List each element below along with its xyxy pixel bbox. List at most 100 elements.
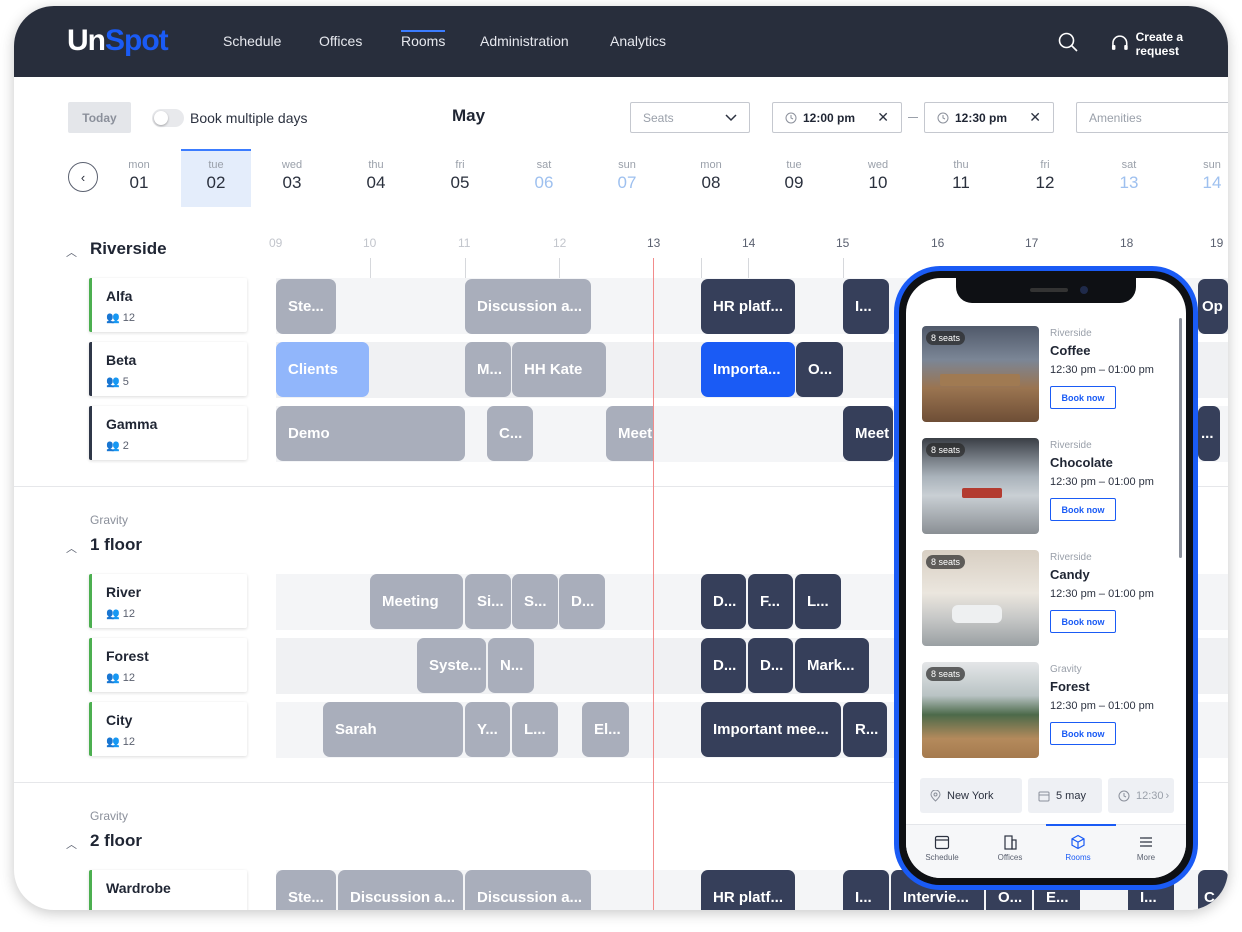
booking-event[interactable]: D... [701,574,746,629]
hour-label: 09 [269,236,283,250]
book-now-button[interactable]: Book now [1050,498,1116,521]
day-cell-weekend[interactable]: sat 13 [1094,149,1164,207]
booking-event[interactable]: Meet [606,406,653,461]
booking-event[interactable]: S... [512,574,558,629]
tab-more[interactable]: More [1114,831,1178,862]
booking-event[interactable]: Ste... [276,279,336,334]
booking-event[interactable]: I... [843,870,889,910]
nav-rooms[interactable]: Rooms [401,30,446,49]
booking-event[interactable]: O... [796,342,843,397]
day-cell[interactable]: tue 09 [759,149,829,207]
room-card[interactable]: River 👥 12 [89,574,247,628]
book-now-button[interactable]: Book now [1050,722,1116,745]
booking-event[interactable]: HH Kate [512,342,606,397]
month-label: May [452,106,486,125]
day-cell[interactable]: mon 01 [104,149,174,207]
multiple-days-toggle[interactable] [152,109,184,127]
collapse-group-icon[interactable]: ︿ [66,836,77,852]
booking-event[interactable]: Importa... [701,342,795,397]
booking-event[interactable]: M... [465,342,511,397]
booking-event[interactable]: Meet [843,406,893,461]
booking-event[interactable]: El... [582,702,629,757]
booking-event[interactable]: C [1198,870,1228,910]
booking-event[interactable]: HR platf... [701,870,795,910]
room-card[interactable]: City 👥 12 [89,702,247,756]
book-now-button[interactable]: Book now [1050,386,1116,409]
chevron-right-icon[interactable]: › [1166,790,1170,802]
booking-event[interactable]: Mark... [795,638,869,693]
nav-schedule[interactable]: Schedule [223,33,281,49]
booking-event[interactable]: Discussion a... [465,870,591,910]
booking-event[interactable]: L... [795,574,841,629]
clear-icon[interactable]: ✕ [1029,109,1041,126]
booking-event[interactable]: F... [748,574,793,629]
day-cell[interactable]: thu 04 [341,149,411,207]
booking-event[interactable]: Syste... [417,638,486,693]
day-cell[interactable]: thu 11 [926,149,996,207]
day-cell[interactable]: mon 08 [676,149,746,207]
booking-event[interactable]: ... [1198,406,1220,461]
amenities-select[interactable]: Amenities [1076,102,1228,133]
booking-event[interactable]: Important mee... [701,702,841,757]
booking-event[interactable]: L... [512,702,558,757]
collapse-group-icon[interactable]: ︿ [66,244,77,260]
day-cell-weekend[interactable]: sun 07 [592,149,662,207]
room-result-card[interactable]: 8 seats Riverside Candy 12:30 pm – 01:00… [922,550,1182,648]
room-card[interactable]: Forest 👥 12 [89,638,247,692]
room-card[interactable]: Beta 👥 5 [89,342,247,396]
collapse-group-icon[interactable]: ︿ [66,540,77,556]
booking-event[interactable]: D... [701,638,746,693]
tab-offices[interactable]: Offices [978,831,1042,862]
prev-week-button[interactable]: ‹ [68,162,98,192]
scrollbar[interactable] [1179,318,1182,558]
booking-event[interactable]: Si... [465,574,511,629]
tab-rooms[interactable]: Rooms [1046,831,1110,862]
day-cell[interactable]: fri 05 [425,149,495,207]
search-icon[interactable] [1058,32,1078,52]
booking-event[interactable]: HR platf... [701,279,795,334]
booking-event[interactable]: Sarah [323,702,463,757]
booking-event[interactable]: I... [843,279,889,334]
room-card[interactable]: Wardrobe [89,870,247,910]
booking-event[interactable]: Y... [465,702,510,757]
booking-event[interactable]: R... [843,702,887,757]
date-chip[interactable]: 5 may [1028,778,1102,813]
tab-schedule[interactable]: Schedule [910,831,974,862]
book-now-button[interactable]: Book now [1050,610,1116,633]
booking-event[interactable]: Op [1198,279,1228,334]
booking-event[interactable]: Demo [276,406,465,461]
booking-event[interactable]: N... [488,638,534,693]
nav-administration[interactable]: Administration [480,33,569,49]
time-chip[interactable]: 12:30 › [1108,778,1174,813]
seats-select[interactable]: Seats [630,102,750,133]
day-cell-weekend[interactable]: sat 06 [509,149,579,207]
time-from-field[interactable]: 12:00 pm ✕ [772,102,902,133]
room-result-card[interactable]: 8 seats Riverside Chocolate 12:30 pm – 0… [922,438,1182,536]
room-result-card[interactable]: 8 seats Riverside Coffee 12:30 pm – 01:0… [922,326,1182,424]
clear-icon[interactable]: ✕ [877,109,889,126]
time-to-field[interactable]: 12:30 pm ✕ [924,102,1054,133]
booking-event[interactable]: Ste... [276,870,336,910]
room-result-card[interactable]: 8 seats Gravity Forest 12:30 pm – 01:00 … [922,662,1182,760]
day-cell[interactable]: wed 03 [257,149,327,207]
day-cell-weekend[interactable]: sun 14 [1177,149,1228,207]
booking-event[interactable]: Discussion a... [465,279,591,334]
booking-event[interactable]: D... [559,574,605,629]
booking-event[interactable]: Meeting [370,574,463,629]
today-button[interactable]: Today [68,102,131,133]
booking-event[interactable]: D... [748,638,793,693]
day-cell-selected[interactable]: tue 02 [181,149,251,207]
booking-event[interactable]: Clients [276,342,369,397]
nav-offices[interactable]: Offices [319,33,362,49]
day-cell[interactable]: fri 12 [1010,149,1080,207]
booking-event[interactable]: C... [487,406,533,461]
day-cell[interactable]: wed 10 [843,149,913,207]
city-chip[interactable]: New York [920,778,1022,813]
logo[interactable]: UnSpot [67,24,169,58]
room-card[interactable]: Alfa 👥 12 [89,278,247,332]
booking-event[interactable]: Discussion a... [338,870,463,910]
nav-analytics[interactable]: Analytics [610,33,666,49]
create-request-button[interactable]: Create a request [1110,30,1228,58]
room-card[interactable]: Gamma 👥 2 [89,406,247,460]
clock-icon [937,112,949,123]
